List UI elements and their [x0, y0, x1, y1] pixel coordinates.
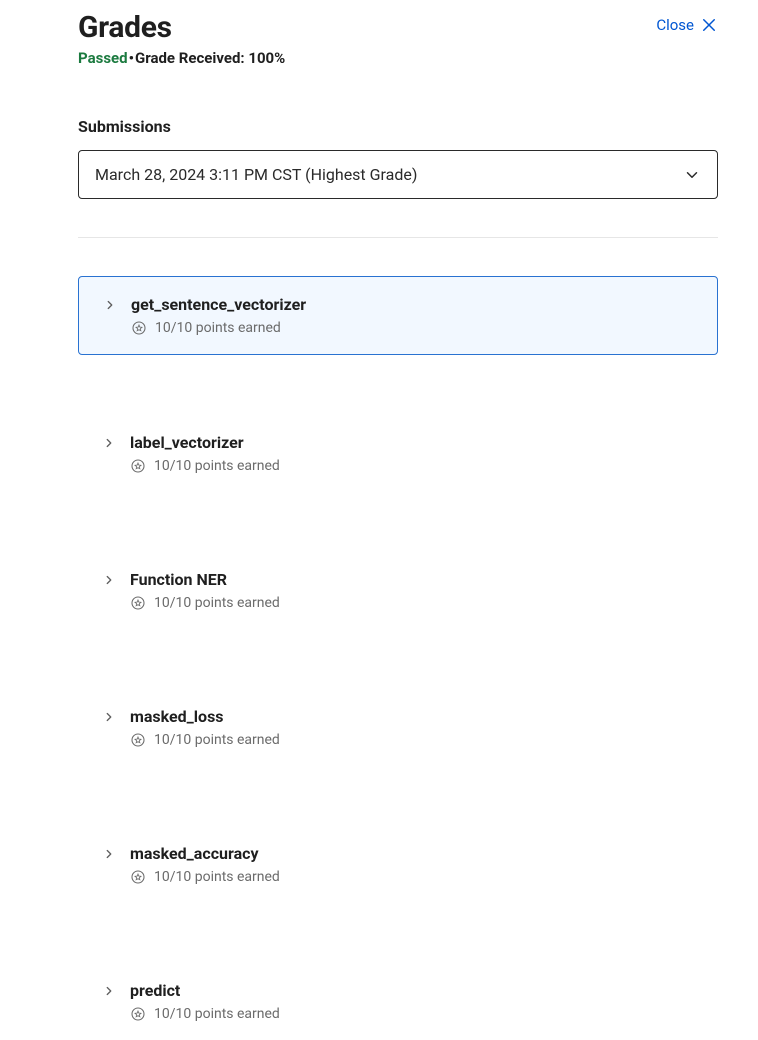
grade-item-points: 10/10 points earned	[155, 320, 281, 336]
grade-item-title: label_vectorizer	[130, 433, 702, 452]
chevron-right-icon	[102, 709, 116, 748]
star-badge-icon	[130, 595, 146, 611]
submissions-dropdown[interactable]: March 28, 2024 3:11 PM CST (Highest Grad…	[78, 150, 718, 199]
grade-item-sub: 10/10 points earned	[130, 595, 702, 611]
chevron-right-icon	[102, 983, 116, 1022]
chevron-right-icon	[102, 572, 116, 611]
chevron-right-icon	[103, 297, 117, 336]
status-line: Passed•Grade Received: 100%	[78, 49, 718, 67]
grade-item-sub: 10/10 points earned	[131, 320, 701, 336]
grade-item-sub: 10/10 points earned	[130, 1006, 702, 1022]
close-label: Close	[656, 16, 694, 34]
page-title: Grades	[78, 10, 172, 45]
grade-item-points: 10/10 points earned	[154, 458, 280, 474]
grade-item-sub: 10/10 points earned	[130, 458, 702, 474]
grade-item-title: predict	[130, 981, 702, 1000]
grade-item-points: 10/10 points earned	[154, 595, 280, 611]
grade-item-points: 10/10 points earned	[154, 1006, 280, 1022]
grade-item-title: Function NER	[130, 570, 702, 589]
grade-item-points: 10/10 points earned	[154, 732, 280, 748]
chevron-right-icon	[102, 846, 116, 885]
grade-item-sub: 10/10 points earned	[130, 869, 702, 885]
submissions-selected: March 28, 2024 3:11 PM CST (Highest Grad…	[95, 165, 417, 184]
grade-item-title: masked_loss	[130, 707, 702, 726]
chevron-right-icon	[102, 435, 116, 474]
grade-item[interactable]: predict 10/10 points earned	[78, 963, 718, 1040]
star-badge-icon	[130, 458, 146, 474]
status-grade: Grade Received: 100%	[135, 49, 285, 67]
divider	[78, 237, 718, 238]
grade-item[interactable]: get_sentence_vectorizer 10/10 points earn…	[78, 276, 718, 355]
grade-item[interactable]: label_vectorizer 10/10 points earned	[78, 415, 718, 492]
submissions-label: Submissions	[78, 117, 718, 136]
grade-item-sub: 10/10 points earned	[130, 732, 702, 748]
grade-item-points: 10/10 points earned	[154, 869, 280, 885]
star-badge-icon	[131, 320, 147, 336]
close-icon	[700, 16, 718, 34]
grade-item[interactable]: masked_accuracy 10/10 points earned	[78, 826, 718, 903]
grade-item-title: masked_accuracy	[130, 844, 702, 863]
status-passed: Passed	[78, 49, 128, 67]
chevron-down-icon	[683, 166, 701, 184]
close-button[interactable]: Close	[656, 16, 718, 34]
grade-item[interactable]: Function NER 10/10 points earned	[78, 552, 718, 629]
grade-items: get_sentence_vectorizer 10/10 points earn…	[78, 276, 718, 1040]
star-badge-icon	[130, 732, 146, 748]
star-badge-icon	[130, 1006, 146, 1022]
star-badge-icon	[130, 869, 146, 885]
grade-item-title: get_sentence_vectorizer	[131, 295, 701, 314]
grade-item[interactable]: masked_loss 10/10 points earned	[78, 689, 718, 766]
